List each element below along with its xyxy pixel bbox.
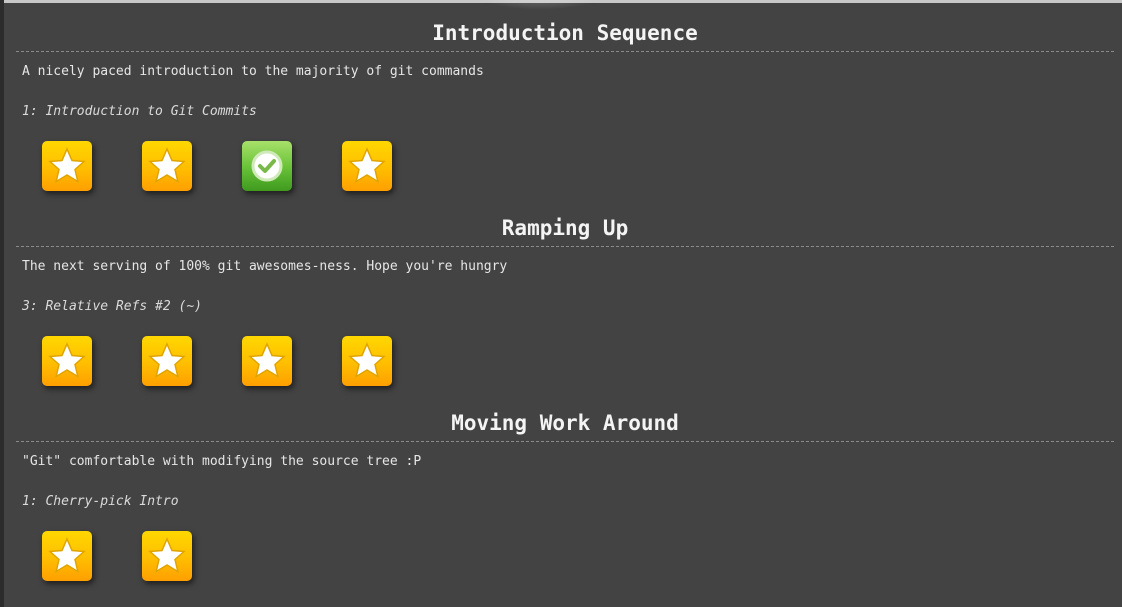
level-button-3[interactable] <box>242 336 292 386</box>
star-icon <box>348 342 386 379</box>
level-button-3[interactable] <box>242 141 292 191</box>
checkmark-icon <box>251 150 283 182</box>
star-icon <box>48 147 86 184</box>
level-button-4[interactable] <box>342 336 392 386</box>
top-glow <box>470 0 610 10</box>
hovered-level-name: 3: Relative Refs #2 (~) <box>22 299 203 314</box>
star-icon <box>348 147 386 184</box>
sequence-description: A nicely paced introduction to the major… <box>22 64 484 79</box>
level-button-1[interactable] <box>42 336 92 386</box>
sequence-title: Ramping Up <box>16 210 1114 247</box>
sequence-moving-work-around: Moving Work Around "Git" comfortable wit… <box>16 405 1114 600</box>
level-button-1[interactable] <box>42 531 92 581</box>
level-button-2[interactable] <box>142 336 192 386</box>
level-button-2[interactable] <box>142 141 192 191</box>
sequence-title: Introduction Sequence <box>16 15 1114 52</box>
hovered-level-name: 1: Introduction to Git Commits <box>22 104 257 119</box>
level-button-1[interactable] <box>42 141 92 191</box>
sequence-title: Moving Work Around <box>16 405 1114 442</box>
level-button-4[interactable] <box>342 141 392 191</box>
sequence-description: The next serving of 100% git awesomes-ne… <box>22 259 508 274</box>
sequence-ramping-up: Ramping Up The next serving of 100% git … <box>16 210 1114 405</box>
sequence-introduction: Introduction Sequence A nicely paced int… <box>16 15 1114 210</box>
star-icon <box>148 342 186 379</box>
star-icon <box>248 342 286 379</box>
sequence-description: "Git" comfortable with modifying the sou… <box>22 454 422 469</box>
star-icon <box>48 342 86 379</box>
left-edge <box>0 0 4 607</box>
hovered-level-name: 1: Cherry-pick Intro <box>22 494 179 509</box>
star-icon <box>148 537 186 574</box>
star-icon <box>148 147 186 184</box>
star-icon <box>48 537 86 574</box>
level-button-2[interactable] <box>142 531 192 581</box>
